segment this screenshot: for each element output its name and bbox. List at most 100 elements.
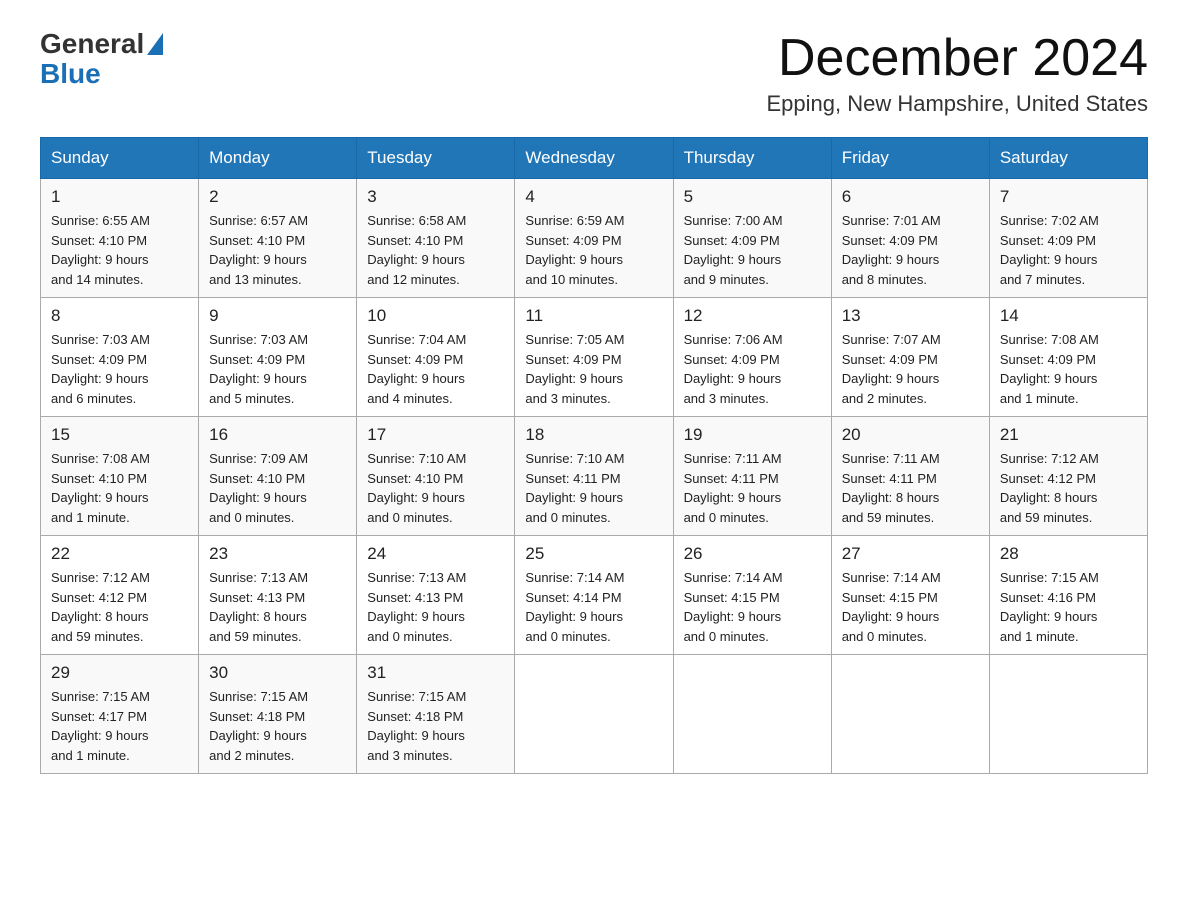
day-info: Sunrise: 6:58 AMSunset: 4:10 PMDaylight:…: [367, 211, 504, 289]
day-info: Sunrise: 7:13 AMSunset: 4:13 PMDaylight:…: [209, 568, 346, 646]
calendar-cell: 5Sunrise: 7:00 AMSunset: 4:09 PMDaylight…: [673, 179, 831, 298]
day-info: Sunrise: 7:15 AMSunset: 4:18 PMDaylight:…: [367, 687, 504, 765]
calendar-cell: 24 Sunrise: 7:13 AMSunset: 4:13 PMDayligh…: [357, 536, 515, 655]
day-info: Sunrise: 7:07 AMSunset: 4:09 PMDaylight:…: [842, 330, 979, 408]
day-info: Sunrise: 7:11 AMSunset: 4:11 PMDaylight:…: [684, 449, 821, 527]
logo-general-text: General: [40, 30, 144, 58]
calendar-cell: [989, 655, 1147, 774]
calendar-table: SundayMondayTuesdayWednesdayThursdayFrid…: [40, 137, 1148, 774]
day-number: 7: [1000, 187, 1137, 207]
day-number: 28: [1000, 544, 1137, 564]
day-number: 2: [209, 187, 346, 207]
day-number: 22: [51, 544, 188, 564]
day-info: Sunrise: 7:08 AMSunset: 4:09 PMDaylight:…: [1000, 330, 1137, 408]
calendar-cell: 6 Sunrise: 7:01 AMSunset: 4:09 PMDaylight…: [831, 179, 989, 298]
day-number: 15: [51, 425, 188, 445]
calendar-cell: 18Sunrise: 7:10 AMSunset: 4:11 PMDayligh…: [515, 417, 673, 536]
day-number: 18: [525, 425, 662, 445]
calendar-cell: 21Sunrise: 7:12 AMSunset: 4:12 PMDayligh…: [989, 417, 1147, 536]
calendar-cell: 13 Sunrise: 7:07 AMSunset: 4:09 PMDayligh…: [831, 298, 989, 417]
calendar-cell: 27Sunrise: 7:14 AMSunset: 4:15 PMDayligh…: [831, 536, 989, 655]
day-info: Sunrise: 7:04 AMSunset: 4:09 PMDaylight:…: [367, 330, 504, 408]
calendar-cell: 2 Sunrise: 6:57 AMSunset: 4:10 PMDaylight…: [199, 179, 357, 298]
calendar-cell: 16 Sunrise: 7:09 AMSunset: 4:10 PMDayligh…: [199, 417, 357, 536]
day-header-wednesday: Wednesday: [515, 138, 673, 179]
calendar-cell: 25Sunrise: 7:14 AMSunset: 4:14 PMDayligh…: [515, 536, 673, 655]
day-info: Sunrise: 7:09 AMSunset: 4:10 PMDaylight:…: [209, 449, 346, 527]
calendar-cell: 12 Sunrise: 7:06 AMSunset: 4:09 PMDayligh…: [673, 298, 831, 417]
logo-blue-text: Blue: [40, 58, 101, 90]
day-number: 16: [209, 425, 346, 445]
calendar-cell: 4 Sunrise: 6:59 AMSunset: 4:09 PMDaylight…: [515, 179, 673, 298]
day-info: Sunrise: 7:15 AMSunset: 4:18 PMDaylight:…: [209, 687, 346, 765]
calendar-cell: 28 Sunrise: 7:15 AMSunset: 4:16 PMDayligh…: [989, 536, 1147, 655]
day-info: Sunrise: 7:10 AMSunset: 4:10 PMDaylight:…: [367, 449, 504, 527]
calendar-cell: 11 Sunrise: 7:05 AMSunset: 4:09 PMDayligh…: [515, 298, 673, 417]
day-info: Sunrise: 6:59 AMSunset: 4:09 PMDaylight:…: [525, 211, 662, 289]
day-info: Sunrise: 7:05 AMSunset: 4:09 PMDaylight:…: [525, 330, 662, 408]
day-number: 24: [367, 544, 504, 564]
calendar-cell: 23 Sunrise: 7:13 AMSunset: 4:13 PMDayligh…: [199, 536, 357, 655]
day-info: Sunrise: 6:55 AMSunset: 4:10 PMDaylight:…: [51, 211, 188, 289]
day-number: 17: [367, 425, 504, 445]
week-row-2: 8 Sunrise: 7:03 AMSunset: 4:09 PMDaylight…: [41, 298, 1148, 417]
calendar-cell: 29 Sunrise: 7:15 AMSunset: 4:17 PMDayligh…: [41, 655, 199, 774]
day-info: Sunrise: 7:11 AMSunset: 4:11 PMDaylight:…: [842, 449, 979, 527]
month-title: December 2024: [766, 30, 1148, 87]
day-info: Sunrise: 7:03 AMSunset: 4:09 PMDaylight:…: [209, 330, 346, 408]
calendar-cell: 8 Sunrise: 7:03 AMSunset: 4:09 PMDaylight…: [41, 298, 199, 417]
week-row-3: 15 Sunrise: 7:08 AMSunset: 4:10 PMDayligh…: [41, 417, 1148, 536]
calendar-cell: 17 Sunrise: 7:10 AMSunset: 4:10 PMDayligh…: [357, 417, 515, 536]
calendar-cell: [673, 655, 831, 774]
logo: General Blue: [40, 30, 163, 90]
day-info: Sunrise: 6:57 AMSunset: 4:10 PMDaylight:…: [209, 211, 346, 289]
calendar-header-row: SundayMondayTuesdayWednesdayThursdayFrid…: [41, 138, 1148, 179]
day-info: Sunrise: 7:14 AMSunset: 4:15 PMDaylight:…: [842, 568, 979, 646]
calendar-cell: 20 Sunrise: 7:11 AMSunset: 4:11 PMDayligh…: [831, 417, 989, 536]
calendar-cell: 26Sunrise: 7:14 AMSunset: 4:15 PMDayligh…: [673, 536, 831, 655]
calendar-cell: 1Sunrise: 6:55 AMSunset: 4:10 PMDaylight…: [41, 179, 199, 298]
week-row-4: 22 Sunrise: 7:12 AMSunset: 4:12 PMDayligh…: [41, 536, 1148, 655]
day-number: 14: [1000, 306, 1137, 326]
day-info: Sunrise: 7:12 AMSunset: 4:12 PMDaylight:…: [51, 568, 188, 646]
day-info: Sunrise: 7:08 AMSunset: 4:10 PMDaylight:…: [51, 449, 188, 527]
day-number: 31: [367, 663, 504, 683]
day-info: Sunrise: 7:13 AMSunset: 4:13 PMDaylight:…: [367, 568, 504, 646]
day-number: 26: [684, 544, 821, 564]
day-number: 20: [842, 425, 979, 445]
day-header-tuesday: Tuesday: [357, 138, 515, 179]
day-header-monday: Monday: [199, 138, 357, 179]
day-number: 9: [209, 306, 346, 326]
day-number: 29: [51, 663, 188, 683]
day-info: Sunrise: 7:15 AMSunset: 4:17 PMDaylight:…: [51, 687, 188, 765]
calendar-cell: 30Sunrise: 7:15 AMSunset: 4:18 PMDayligh…: [199, 655, 357, 774]
logo-triangle-icon: [147, 33, 163, 55]
page-header: General Blue December 2024 Epping, New H…: [40, 30, 1148, 117]
calendar-cell: 14 Sunrise: 7:08 AMSunset: 4:09 PMDayligh…: [989, 298, 1147, 417]
day-info: Sunrise: 7:03 AMSunset: 4:09 PMDaylight:…: [51, 330, 188, 408]
calendar-cell: 3Sunrise: 6:58 AMSunset: 4:10 PMDaylight…: [357, 179, 515, 298]
day-header-saturday: Saturday: [989, 138, 1147, 179]
day-number: 21: [1000, 425, 1137, 445]
day-number: 5: [684, 187, 821, 207]
calendar-cell: 7 Sunrise: 7:02 AMSunset: 4:09 PMDaylight…: [989, 179, 1147, 298]
day-info: Sunrise: 7:02 AMSunset: 4:09 PMDaylight:…: [1000, 211, 1137, 289]
day-number: 6: [842, 187, 979, 207]
day-header-thursday: Thursday: [673, 138, 831, 179]
day-info: Sunrise: 7:14 AMSunset: 4:14 PMDaylight:…: [525, 568, 662, 646]
day-number: 12: [684, 306, 821, 326]
calendar-cell: 19 Sunrise: 7:11 AMSunset: 4:11 PMDayligh…: [673, 417, 831, 536]
day-number: 13: [842, 306, 979, 326]
day-number: 19: [684, 425, 821, 445]
location-text: Epping, New Hampshire, United States: [766, 91, 1148, 117]
day-number: 11: [525, 306, 662, 326]
day-info: Sunrise: 7:06 AMSunset: 4:09 PMDaylight:…: [684, 330, 821, 408]
day-number: 23: [209, 544, 346, 564]
day-info: Sunrise: 7:15 AMSunset: 4:16 PMDaylight:…: [1000, 568, 1137, 646]
day-number: 4: [525, 187, 662, 207]
day-info: Sunrise: 7:01 AMSunset: 4:09 PMDaylight:…: [842, 211, 979, 289]
calendar-cell: 22 Sunrise: 7:12 AMSunset: 4:12 PMDayligh…: [41, 536, 199, 655]
day-number: 8: [51, 306, 188, 326]
title-block: December 2024 Epping, New Hampshire, Uni…: [766, 30, 1148, 117]
day-number: 10: [367, 306, 504, 326]
